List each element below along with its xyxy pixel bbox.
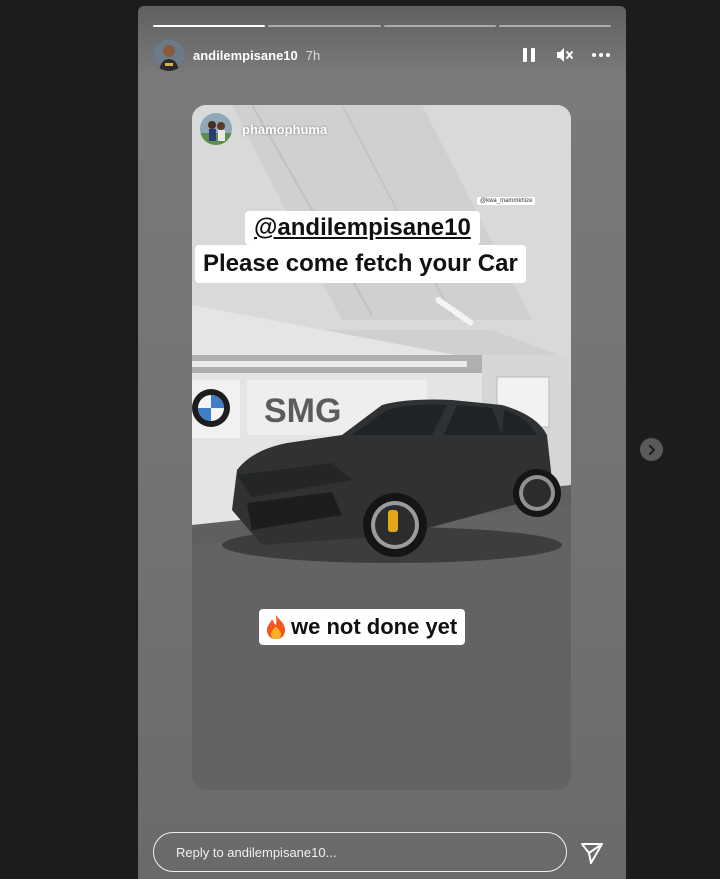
- story-header: andilempisane10 7h: [153, 39, 611, 71]
- story-progress-bar: [153, 25, 611, 27]
- author-username[interactable]: andilempisane10: [193, 48, 298, 63]
- progress-fill: [153, 25, 266, 27]
- caption-text: Please come fetch your Car: [195, 245, 526, 283]
- shared-post-header: phamophuma: [200, 113, 327, 145]
- more-horizontal-icon[interactable]: [591, 45, 611, 65]
- progress-segment: [268, 25, 381, 27]
- post-time: 7h: [305, 47, 321, 63]
- progress-segment: [498, 25, 611, 27]
- shared-post-username[interactable]: phamophuma: [242, 122, 327, 137]
- chevron-right-icon[interactable]: [640, 438, 663, 461]
- caption-text-2: we not done yet: [259, 609, 466, 645]
- small-mention-tag[interactable]: @kwa_mammkhize: [477, 197, 536, 205]
- shared-post-avatar[interactable]: [200, 113, 232, 145]
- story-viewer: andilempisane10 7h SMG phamophuma @kwa_m…: [138, 6, 626, 879]
- reply-field[interactable]: [153, 832, 567, 872]
- reply-input[interactable]: [174, 843, 566, 861]
- send-icon[interactable]: [579, 840, 605, 866]
- progress-segment: [153, 25, 266, 27]
- progress-segment: [383, 25, 496, 27]
- speaker-muted-icon[interactable]: [555, 45, 575, 65]
- shared-post-card[interactable]: SMG phamophuma @kwa_mammkhize @andilempi…: [192, 105, 571, 790]
- mention-sticker[interactable]: @andilempisane10: [245, 211, 480, 245]
- car-photo: SMG: [192, 105, 571, 790]
- author-avatar[interactable]: [153, 39, 185, 71]
- fire-emoji: [267, 615, 285, 639]
- story-controls: [519, 45, 611, 65]
- pause-icon[interactable]: [519, 45, 539, 65]
- wall-sign-text: SMG: [264, 392, 341, 430]
- mention-text[interactable]: @andilempisane10: [254, 214, 471, 241]
- caption2-label: we not done yet: [291, 614, 458, 639]
